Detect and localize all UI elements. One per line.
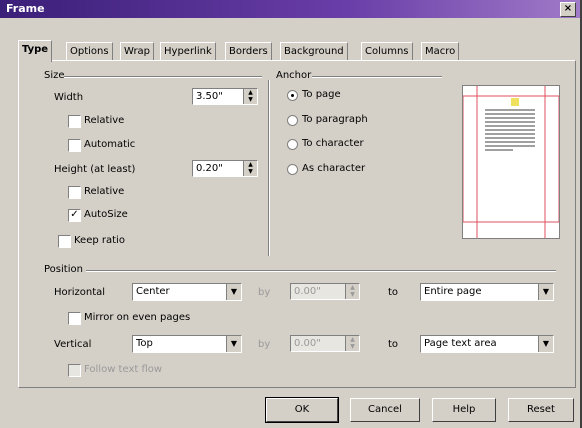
tab-options[interactable]: Options <box>66 42 113 60</box>
cancel-button[interactable]: Cancel <box>350 398 420 422</box>
text-lines <box>485 109 535 151</box>
autosize-label: AutoSize <box>84 209 128 220</box>
frame-dialog: Frame × Type Options Wrap Hyperlink Bord… <box>0 0 582 428</box>
width-field[interactable]: 3.50" ▲ ▼ <box>192 88 258 105</box>
horizontal-by-spin-arrows[interactable]: ▲ ▼ <box>345 284 359 299</box>
vertical-to-label: to <box>388 339 399 350</box>
height-spin-arrows[interactable]: ▲ ▼ <box>243 161 257 176</box>
spin-down-icon[interactable]: ▼ <box>244 96 257 103</box>
frame-marker <box>511 98 519 106</box>
vertical-by-field[interactable]: 0.00" ▲ ▼ <box>290 335 360 352</box>
help-button[interactable]: Help <box>432 398 496 422</box>
autosize-checkbox[interactable]: ✓ <box>68 209 81 222</box>
anchor-divider <box>312 76 442 78</box>
anchor-to-page-radio[interactable] <box>287 90 298 101</box>
anchor-to-paragraph-radio[interactable] <box>287 115 298 126</box>
ok-button[interactable]: OK <box>265 397 339 423</box>
mirror-label: Mirror on even pages <box>84 312 191 323</box>
width-spin-arrows[interactable]: ▲ ▼ <box>243 89 257 104</box>
title-bar[interactable]: Frame × <box>0 0 580 18</box>
anchor-group-title: Anchor <box>276 70 312 81</box>
horizontal-label: Horizontal <box>54 287 106 298</box>
anchor-to-character-radio[interactable] <box>287 139 298 150</box>
horizontal-by-value: 0.00" <box>294 286 321 297</box>
tab-macro[interactable]: Macro <box>421 42 460 60</box>
spin-down-icon[interactable]: ▼ <box>346 343 359 350</box>
automatic-label: Automatic <box>84 139 136 150</box>
anchor-to-page-label: To page <box>302 89 341 100</box>
horizontal-by-label: by <box>258 287 271 298</box>
horizontal-to-value: Entire page <box>424 286 482 297</box>
size-divider <box>64 76 262 78</box>
anchor-as-character-radio[interactable] <box>287 164 298 175</box>
width-value: 3.50" <box>196 91 223 102</box>
chevron-down-icon[interactable]: ▼ <box>226 284 241 300</box>
chevron-down-icon[interactable]: ▼ <box>538 336 553 352</box>
vertical-label: Vertical <box>54 339 92 350</box>
anchor-to-character-label: To character <box>302 138 364 149</box>
vertical-by-label: by <box>258 339 271 350</box>
spin-down-icon[interactable]: ▼ <box>346 291 359 298</box>
keep-ratio-checkbox[interactable] <box>58 235 71 248</box>
tab-type[interactable]: Type <box>18 40 53 62</box>
position-divider <box>86 270 556 272</box>
mirror-checkbox[interactable] <box>68 312 81 325</box>
spin-up-icon[interactable]: ▲ <box>346 284 359 291</box>
anchor-as-character-label: As character <box>302 163 366 174</box>
position-group-title: Position <box>44 264 83 275</box>
horizontal-to-select[interactable]: Entire page ▼ <box>420 283 554 301</box>
follow-text-flow-checkbox[interactable] <box>68 364 81 377</box>
tab-hyperlink[interactable]: Hyperlink <box>160 42 216 60</box>
spin-down-icon[interactable]: ▼ <box>244 168 257 175</box>
height-field[interactable]: 0.20" ▲ ▼ <box>192 160 258 177</box>
tab-background[interactable]: Background <box>280 42 348 60</box>
reset-button[interactable]: Reset <box>508 398 574 422</box>
tab-wrap[interactable]: Wrap <box>120 42 155 60</box>
vertical-to-select[interactable]: Page text area ▼ <box>420 335 554 353</box>
tab-columns[interactable]: Columns <box>361 42 413 60</box>
horizontal-to-label: to <box>388 287 399 298</box>
vertical-to-value: Page text area <box>424 338 497 349</box>
vertical-by-spin-arrows[interactable]: ▲ ▼ <box>345 336 359 351</box>
width-label: Width <box>54 92 84 103</box>
size-group-title: Size <box>44 70 65 81</box>
vertical-by-value: 0.00" <box>294 338 321 349</box>
horizontal-select[interactable]: Center ▼ <box>132 283 242 301</box>
vertical-value: Top <box>136 338 153 349</box>
keep-ratio-label: Keep ratio <box>74 235 125 246</box>
automatic-checkbox[interactable] <box>68 139 81 152</box>
width-relative-label: Relative <box>84 115 125 126</box>
page-preview-graphic <box>462 86 560 238</box>
horizontal-by-field[interactable]: 0.00" ▲ ▼ <box>290 283 360 300</box>
spin-up-icon[interactable]: ▲ <box>346 336 359 343</box>
height-label: Height (at least) <box>54 164 136 175</box>
tab-borders[interactable]: Borders <box>225 42 272 60</box>
follow-text-flow-label: Follow text flow <box>84 364 163 375</box>
size-anchor-divider <box>268 80 270 256</box>
height-value: 0.20" <box>196 163 223 174</box>
spin-up-icon[interactable]: ▲ <box>244 161 257 168</box>
height-relative-label: Relative <box>84 186 125 197</box>
radio-selected-dot <box>291 94 294 97</box>
anchor-to-paragraph-label: To paragraph <box>302 114 368 125</box>
window-title: Frame <box>6 2 45 15</box>
frame-preview <box>462 85 560 239</box>
height-relative-checkbox[interactable] <box>68 186 81 199</box>
vertical-select[interactable]: Top ▼ <box>132 335 242 353</box>
close-icon[interactable]: × <box>560 2 576 17</box>
width-relative-checkbox[interactable] <box>68 115 81 128</box>
chevron-down-icon[interactable]: ▼ <box>538 284 553 300</box>
spin-up-icon[interactable]: ▲ <box>244 89 257 96</box>
chevron-down-icon[interactable]: ▼ <box>226 336 241 352</box>
horizontal-value: Center <box>136 286 170 297</box>
